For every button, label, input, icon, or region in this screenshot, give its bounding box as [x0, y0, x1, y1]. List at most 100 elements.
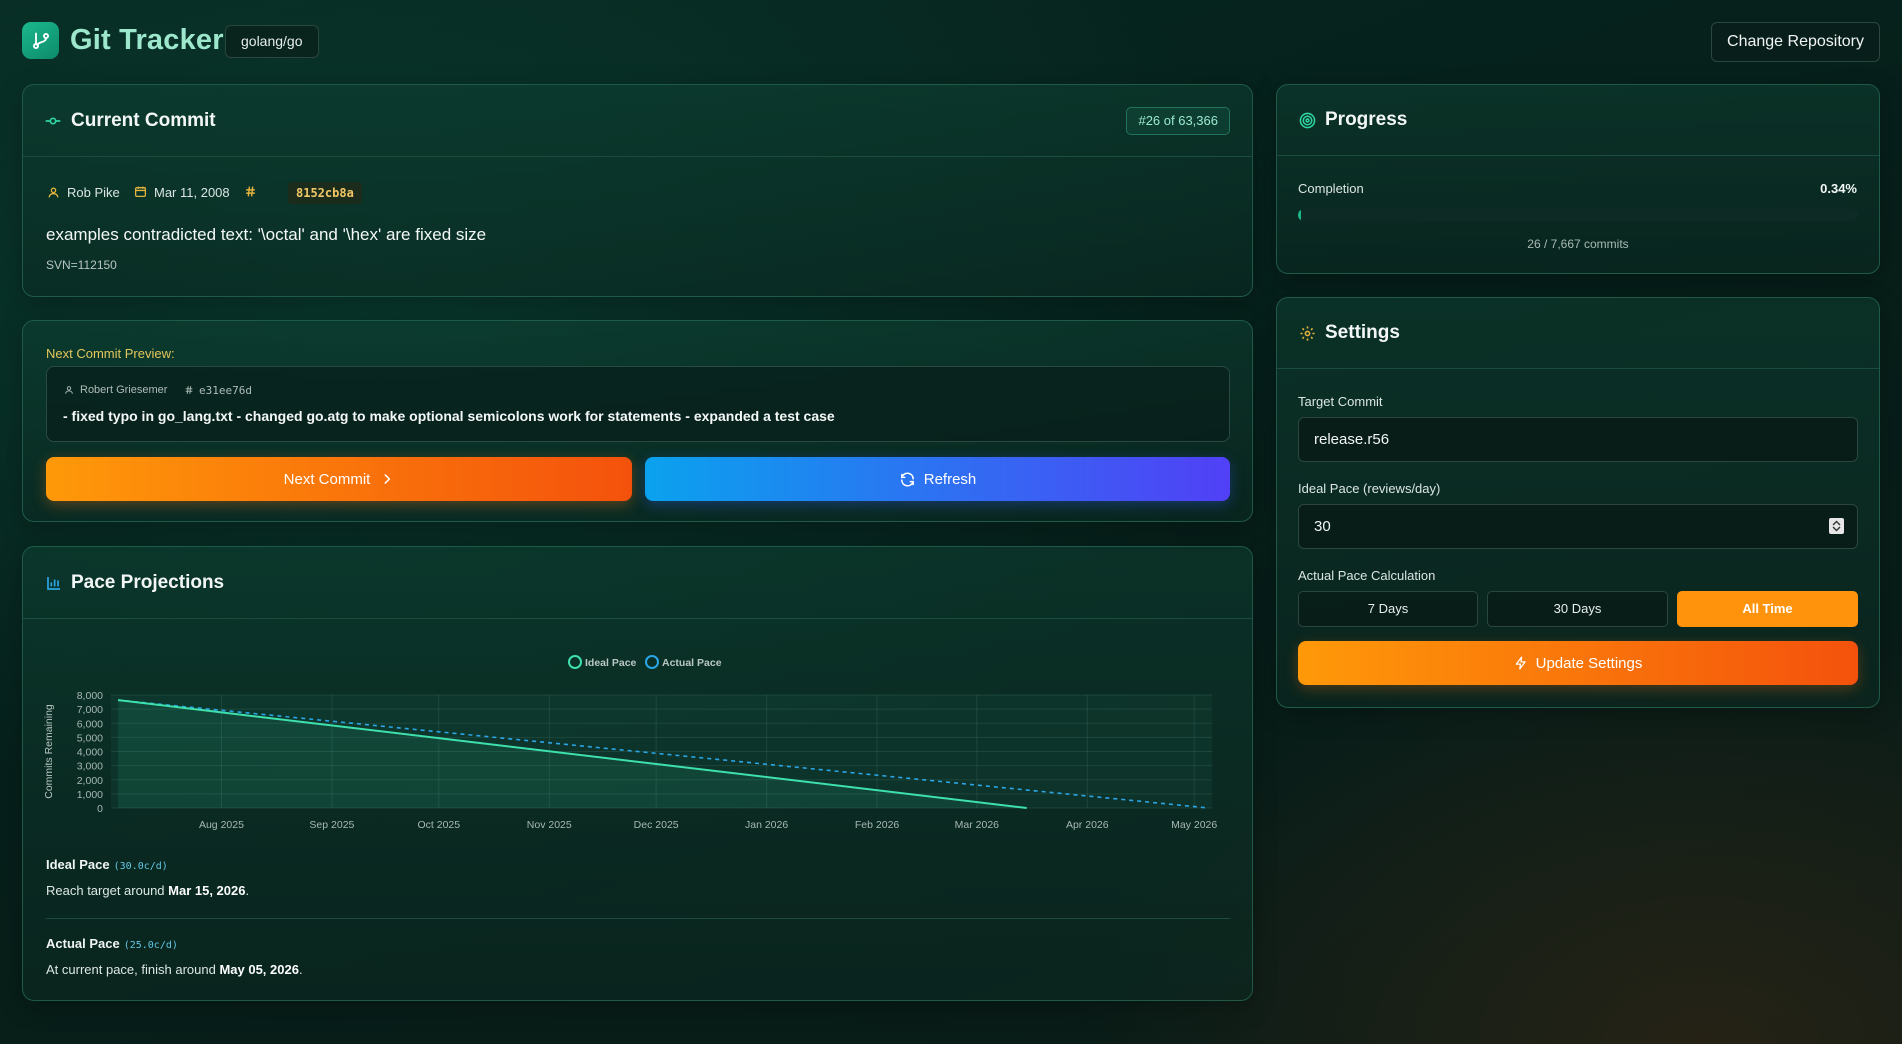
pace-projections-title: Pace Projections	[71, 572, 225, 593]
next-commit-label: Next Commit Preview:	[46, 346, 175, 361]
card-header: Current Commit #26 of 63,366	[23, 85, 1252, 157]
actual-pace-text: At current pace, finish around	[46, 962, 220, 977]
completion-label: Completion	[1298, 181, 1364, 196]
x-tick-label: Aug 2025	[199, 819, 244, 831]
actual-pace-label: Actual Pace	[46, 936, 120, 951]
actual-pace-heading: Actual Pace (25.0c/d)	[46, 936, 178, 951]
legend-ideal-swatch	[568, 655, 582, 669]
commit-svn-id: SVN=112150	[46, 258, 117, 272]
app-title: Git Tracker	[70, 24, 224, 56]
ideal-pace-date: Mar 15, 2026	[168, 883, 246, 898]
x-tick-label: Sep 2025	[309, 819, 354, 831]
completion-percent: 0.34%	[1820, 181, 1857, 196]
ideal-pace-label: Ideal Pace	[46, 857, 110, 872]
current-commit-title: Current Commit	[71, 110, 216, 131]
legend-actual-swatch	[645, 655, 659, 669]
progress-bar	[1298, 209, 1858, 221]
ideal-pace-field-label: Ideal Pace (reviews/day)	[1298, 481, 1441, 496]
pace-calc-label: Actual Pace Calculation	[1298, 568, 1436, 583]
progress-title: Progress	[1325, 109, 1408, 130]
next-commit-author: Robert Griesemer	[80, 384, 168, 396]
refresh-button[interactable]: Refresh	[645, 457, 1230, 501]
y-tick-label: 7,000	[77, 704, 103, 716]
settings-card: Settings Target Commit Ideal Pace (revie…	[1276, 297, 1880, 708]
user-icon	[63, 384, 74, 395]
update-settings-button[interactable]: Update Settings	[1298, 641, 1858, 685]
next-commit-label-text: Next Commit	[283, 470, 371, 488]
option-7-days[interactable]: 7 Days	[1298, 591, 1478, 627]
lightning-icon	[1514, 656, 1528, 670]
option-all-time[interactable]: All Time	[1677, 591, 1858, 627]
legend-ideal-label: Ideal Pace	[585, 657, 637, 669]
ideal-pace-field	[1298, 504, 1858, 549]
next-commit-preview: Robert Griesemer e31ee76d - fixed typo i…	[46, 366, 1230, 442]
x-tick-label: Jan 2026	[745, 819, 788, 831]
refresh-icon	[899, 471, 916, 488]
commit-hash: 8152cb8a	[288, 182, 362, 204]
ideal-pace-summary: Reach target around Mar 15, 2026.	[46, 883, 250, 898]
next-commit-hash: e31ee76d	[199, 384, 252, 397]
commit-message: examples contradicted text: '\octal' and…	[46, 225, 487, 244]
user-icon	[46, 185, 60, 199]
chevron-right-icon	[380, 472, 394, 486]
divider	[46, 918, 1230, 919]
x-tick-label: May 2026	[1171, 819, 1217, 831]
refresh-label: Refresh	[923, 470, 977, 488]
option-30-days[interactable]: 30 Days	[1487, 591, 1668, 627]
card-header: Pace Projections	[23, 547, 1252, 619]
commit-icon	[45, 113, 61, 129]
progress-card: Progress Completion 0.34% 26 / 7,667 com…	[1276, 84, 1880, 274]
quantity-stepper[interactable]	[1829, 518, 1844, 534]
app-header: Git Tracker golang/go Change Repository	[22, 20, 1880, 64]
hash-icon	[243, 184, 257, 198]
repo-badge: golang/go	[225, 25, 319, 58]
y-tick-label: 5,000	[77, 732, 103, 744]
calendar-icon	[133, 184, 147, 198]
card-header: Progress	[1277, 85, 1879, 156]
bar-chart-icon	[45, 574, 62, 591]
pace-chart: 8,000 7,000 6,000 5,000 4,000 3,000 2,000 1,000…	[43, 637, 1233, 837]
x-tick-label: Feb 2026	[855, 819, 900, 831]
y-tick-label: 6,000	[77, 718, 103, 730]
legend-actual-label: Actual Pace	[662, 657, 722, 669]
x-tick-label: Nov 2025	[527, 819, 572, 831]
ideal-pace-rate: (30.0c/d)	[113, 861, 168, 872]
gear-icon	[1299, 325, 1316, 342]
ideal-pace-text: Reach target around	[46, 883, 169, 898]
next-commit-card: Next Commit Preview: Robert Griesemer e3…	[22, 320, 1253, 522]
x-tick-label: Dec 2025	[634, 819, 679, 831]
commit-author: Rob Pike	[67, 185, 120, 200]
target-icon	[1299, 112, 1316, 129]
target-commit-label: Target Commit	[1298, 394, 1383, 409]
ideal-pace-heading: Ideal Pace (30.0c/d)	[46, 857, 168, 872]
current-commit-card: Current Commit #26 of 63,366 Rob Pike Ma…	[22, 84, 1253, 297]
git-branch-icon	[22, 22, 59, 59]
commit-position-badge: #26 of 63,366	[1126, 107, 1230, 135]
settings-title: Settings	[1325, 322, 1400, 343]
hash-icon	[183, 384, 194, 395]
actual-pace-rate: (25.0c/d)	[123, 940, 178, 951]
y-tick-label: 2,000	[77, 775, 103, 787]
x-tick-label: Oct 2025	[417, 819, 460, 831]
pace-chart-svg: 8,000 7,000 6,000 5,000 4,000 3,000 2,000 1,000…	[43, 655, 1217, 831]
update-settings-label: Update Settings	[1535, 654, 1643, 672]
progress-bar-fill	[1298, 209, 1301, 221]
y-tick-label: 0	[97, 803, 103, 815]
actual-pace-summary: At current pace, finish around May 05, 2…	[46, 962, 303, 977]
actual-pace-date: May 05, 2026	[219, 962, 299, 977]
next-commit-message: - fixed typo in go_lang.txt - changed go…	[63, 408, 835, 424]
y-axis-label: Commits Remaining	[43, 704, 55, 799]
next-commit-button[interactable]: Next Commit	[46, 457, 632, 501]
change-repository-button[interactable]: Change Repository	[1711, 22, 1880, 62]
pace-projections-card: Pace Projections 8,000 7,000 6,000 5,000 4,0…	[22, 546, 1253, 1001]
x-tick-label: Mar 2026	[955, 819, 1000, 831]
card-header: Settings	[1277, 298, 1879, 369]
progress-count: 26 / 7,667 commits	[1527, 237, 1629, 251]
x-tick-label: Apr 2026	[1066, 819, 1109, 831]
target-commit-input[interactable]	[1298, 417, 1858, 462]
y-tick-label: 8,000	[77, 690, 103, 702]
commit-date: Mar 11, 2008	[154, 185, 230, 200]
ideal-pace-input[interactable]	[1298, 504, 1858, 549]
y-tick-label: 1,000	[77, 789, 103, 801]
y-tick-label: 3,000	[77, 761, 103, 773]
